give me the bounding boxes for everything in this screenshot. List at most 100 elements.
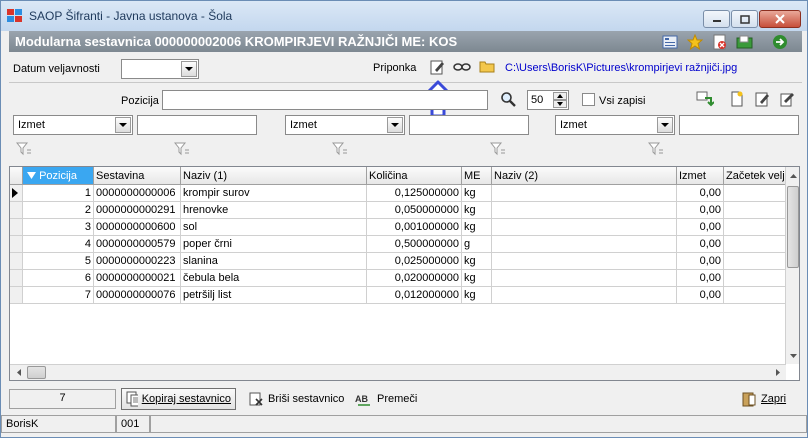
filter-field-select-1[interactable]: Izmet: [13, 115, 133, 135]
cell-naziv-2[interactable]: [492, 202, 677, 219]
cell-pozicija[interactable]: 1: [23, 185, 94, 202]
cell-naziv-1[interactable]: slanina: [181, 253, 367, 270]
cell-izmet[interactable]: 0,00: [677, 287, 724, 304]
toolbar-delete-button[interactable]: [711, 33, 729, 50]
edit-record-button[interactable]: [753, 90, 771, 107]
cell-izmet[interactable]: 0,00: [677, 185, 724, 202]
scroll-left-icon[interactable]: [11, 366, 26, 379]
cell-pozicija[interactable]: 2: [23, 202, 94, 219]
maximize-button[interactable]: [731, 10, 758, 28]
cell-naziv-1[interactable]: krompir surov: [181, 185, 367, 202]
cell-naziv-2[interactable]: [492, 270, 677, 287]
column-header-izmet[interactable]: Izmet: [677, 167, 724, 185]
cell-naziv-2[interactable]: [492, 219, 677, 236]
cell-naziv-1[interactable]: čebula bela: [181, 270, 367, 287]
filter-icon[interactable]: [332, 142, 348, 156]
premeci-button[interactable]: AB Premeči: [351, 388, 421, 410]
cell-pozicija[interactable]: 7: [23, 287, 94, 304]
cell-zacetek-veljavnosti[interactable]: [724, 185, 786, 202]
cell-kolicina[interactable]: 0,020000000: [367, 270, 462, 287]
cell-naziv-2[interactable]: [492, 287, 677, 304]
column-header-naziv-1[interactable]: Naziv (1): [181, 167, 367, 185]
cell-zacetek-veljavnosti[interactable]: [724, 253, 786, 270]
cell-izmet[interactable]: 0,00: [677, 202, 724, 219]
cell-naziv-1[interactable]: poper črni: [181, 236, 367, 253]
attachment-path[interactable]: C:\Users\BorisK\Pictures\krompirjevi raž…: [505, 62, 737, 74]
cell-zacetek-veljavnosti[interactable]: [724, 270, 786, 287]
cell-me[interactable]: kg: [462, 287, 492, 304]
cell-me[interactable]: kg: [462, 185, 492, 202]
row-indicator[interactable]: [10, 185, 23, 202]
filter-value-input-3[interactable]: [679, 115, 799, 135]
column-header-zacetek-veljavnosti[interactable]: Začetek velj: [724, 167, 786, 185]
cell-sestavina[interactable]: 0000000000006: [94, 185, 181, 202]
scroll-right-icon[interactable]: [770, 366, 785, 379]
row-indicator[interactable]: [10, 253, 23, 270]
column-header-kolicina[interactable]: Količina: [367, 167, 462, 185]
cell-sestavina[interactable]: 0000000000291: [94, 202, 181, 219]
edit-attachment-button[interactable]: [428, 58, 446, 75]
row-indicator[interactable]: [10, 287, 23, 304]
scroll-up-icon[interactable]: [787, 168, 799, 183]
row-indicator[interactable]: [10, 236, 23, 253]
column-header-me[interactable]: ME: [462, 167, 492, 185]
cell-kolicina[interactable]: 0,050000000: [367, 202, 462, 219]
cell-me[interactable]: kg: [462, 270, 492, 287]
cell-izmet[interactable]: 0,00: [677, 270, 724, 287]
cell-naziv-2[interactable]: [492, 185, 677, 202]
cell-sestavina[interactable]: 0000000000579: [94, 236, 181, 253]
filter-value-input-2[interactable]: [409, 115, 529, 135]
cell-kolicina[interactable]: 0,001000000: [367, 219, 462, 236]
column-header-pozicija[interactable]: Pozicija: [23, 167, 94, 185]
cell-pozicija[interactable]: 3: [23, 219, 94, 236]
cell-zacetek-veljavnosti[interactable]: [724, 202, 786, 219]
cell-me[interactable]: kg: [462, 253, 492, 270]
cell-kolicina[interactable]: 0,025000000: [367, 253, 462, 270]
filter-field-select-2[interactable]: Izmet: [285, 115, 405, 135]
cell-sestavina[interactable]: 0000000000021: [94, 270, 181, 287]
cell-naziv-2[interactable]: [492, 253, 677, 270]
vertical-scrollbar[interactable]: [785, 167, 799, 364]
chevron-down-icon[interactable]: [387, 117, 403, 133]
unlink-attachment-button[interactable]: [453, 58, 471, 75]
toolbar-exit-button[interactable]: [771, 33, 789, 50]
row-indicator[interactable]: [10, 202, 23, 219]
open-attachment-button[interactable]: [479, 58, 497, 75]
cell-sestavina[interactable]: 0000000000076: [94, 287, 181, 304]
stepper-up-icon[interactable]: [553, 92, 567, 100]
filter-icon[interactable]: [16, 142, 32, 156]
horizontal-scrollbar[interactable]: [10, 364, 786, 380]
toolbar-layout-button[interactable]: [661, 33, 679, 50]
row-indicator[interactable]: [10, 219, 23, 236]
chevron-down-icon[interactable]: [657, 117, 673, 133]
chevron-down-icon[interactable]: [115, 117, 131, 133]
cell-naziv-1[interactable]: petršilj list: [181, 287, 367, 304]
vsi-zapisi-checkbox[interactable]: [582, 93, 595, 106]
chevron-down-icon[interactable]: [181, 61, 197, 77]
close-window-button[interactable]: [759, 10, 801, 28]
zapri-button[interactable]: Zapri: [737, 388, 790, 410]
column-header-sestavina[interactable]: Sestavina: [94, 167, 181, 185]
pozicija-search-input[interactable]: [162, 90, 488, 110]
horizontal-scroll-thumb[interactable]: [27, 366, 46, 379]
scroll-down-icon[interactable]: [787, 348, 799, 363]
cell-naziv-1[interactable]: sol: [181, 219, 367, 236]
cell-naziv-1[interactable]: hrenovke: [181, 202, 367, 219]
toolbar-export-button[interactable]: [736, 33, 754, 50]
cell-pozicija[interactable]: 5: [23, 253, 94, 270]
filter-icon[interactable]: [490, 142, 506, 156]
sestavine-table[interactable]: Pozicija Sestavina Naziv (1) Količina ME…: [9, 166, 800, 381]
record-count-stepper[interactable]: 50: [527, 90, 569, 110]
column-header-naziv-2[interactable]: Naziv (2): [492, 167, 677, 185]
minimize-button[interactable]: [703, 10, 730, 28]
cell-kolicina[interactable]: 0,500000000: [367, 236, 462, 253]
brisi-sestavnico-button[interactable]: Briši sestavnico: [244, 388, 348, 410]
cell-izmet[interactable]: 0,00: [677, 219, 724, 236]
cell-zacetek-veljavnosti[interactable]: [724, 287, 786, 304]
search-button[interactable]: [499, 90, 517, 107]
cell-kolicina[interactable]: 0,125000000: [367, 185, 462, 202]
cell-izmet[interactable]: 0,00: [677, 236, 724, 253]
cell-zacetek-veljavnosti[interactable]: [724, 219, 786, 236]
filter-field-select-3[interactable]: Izmet: [555, 115, 675, 135]
datum-veljavnosti-select[interactable]: [121, 59, 199, 79]
